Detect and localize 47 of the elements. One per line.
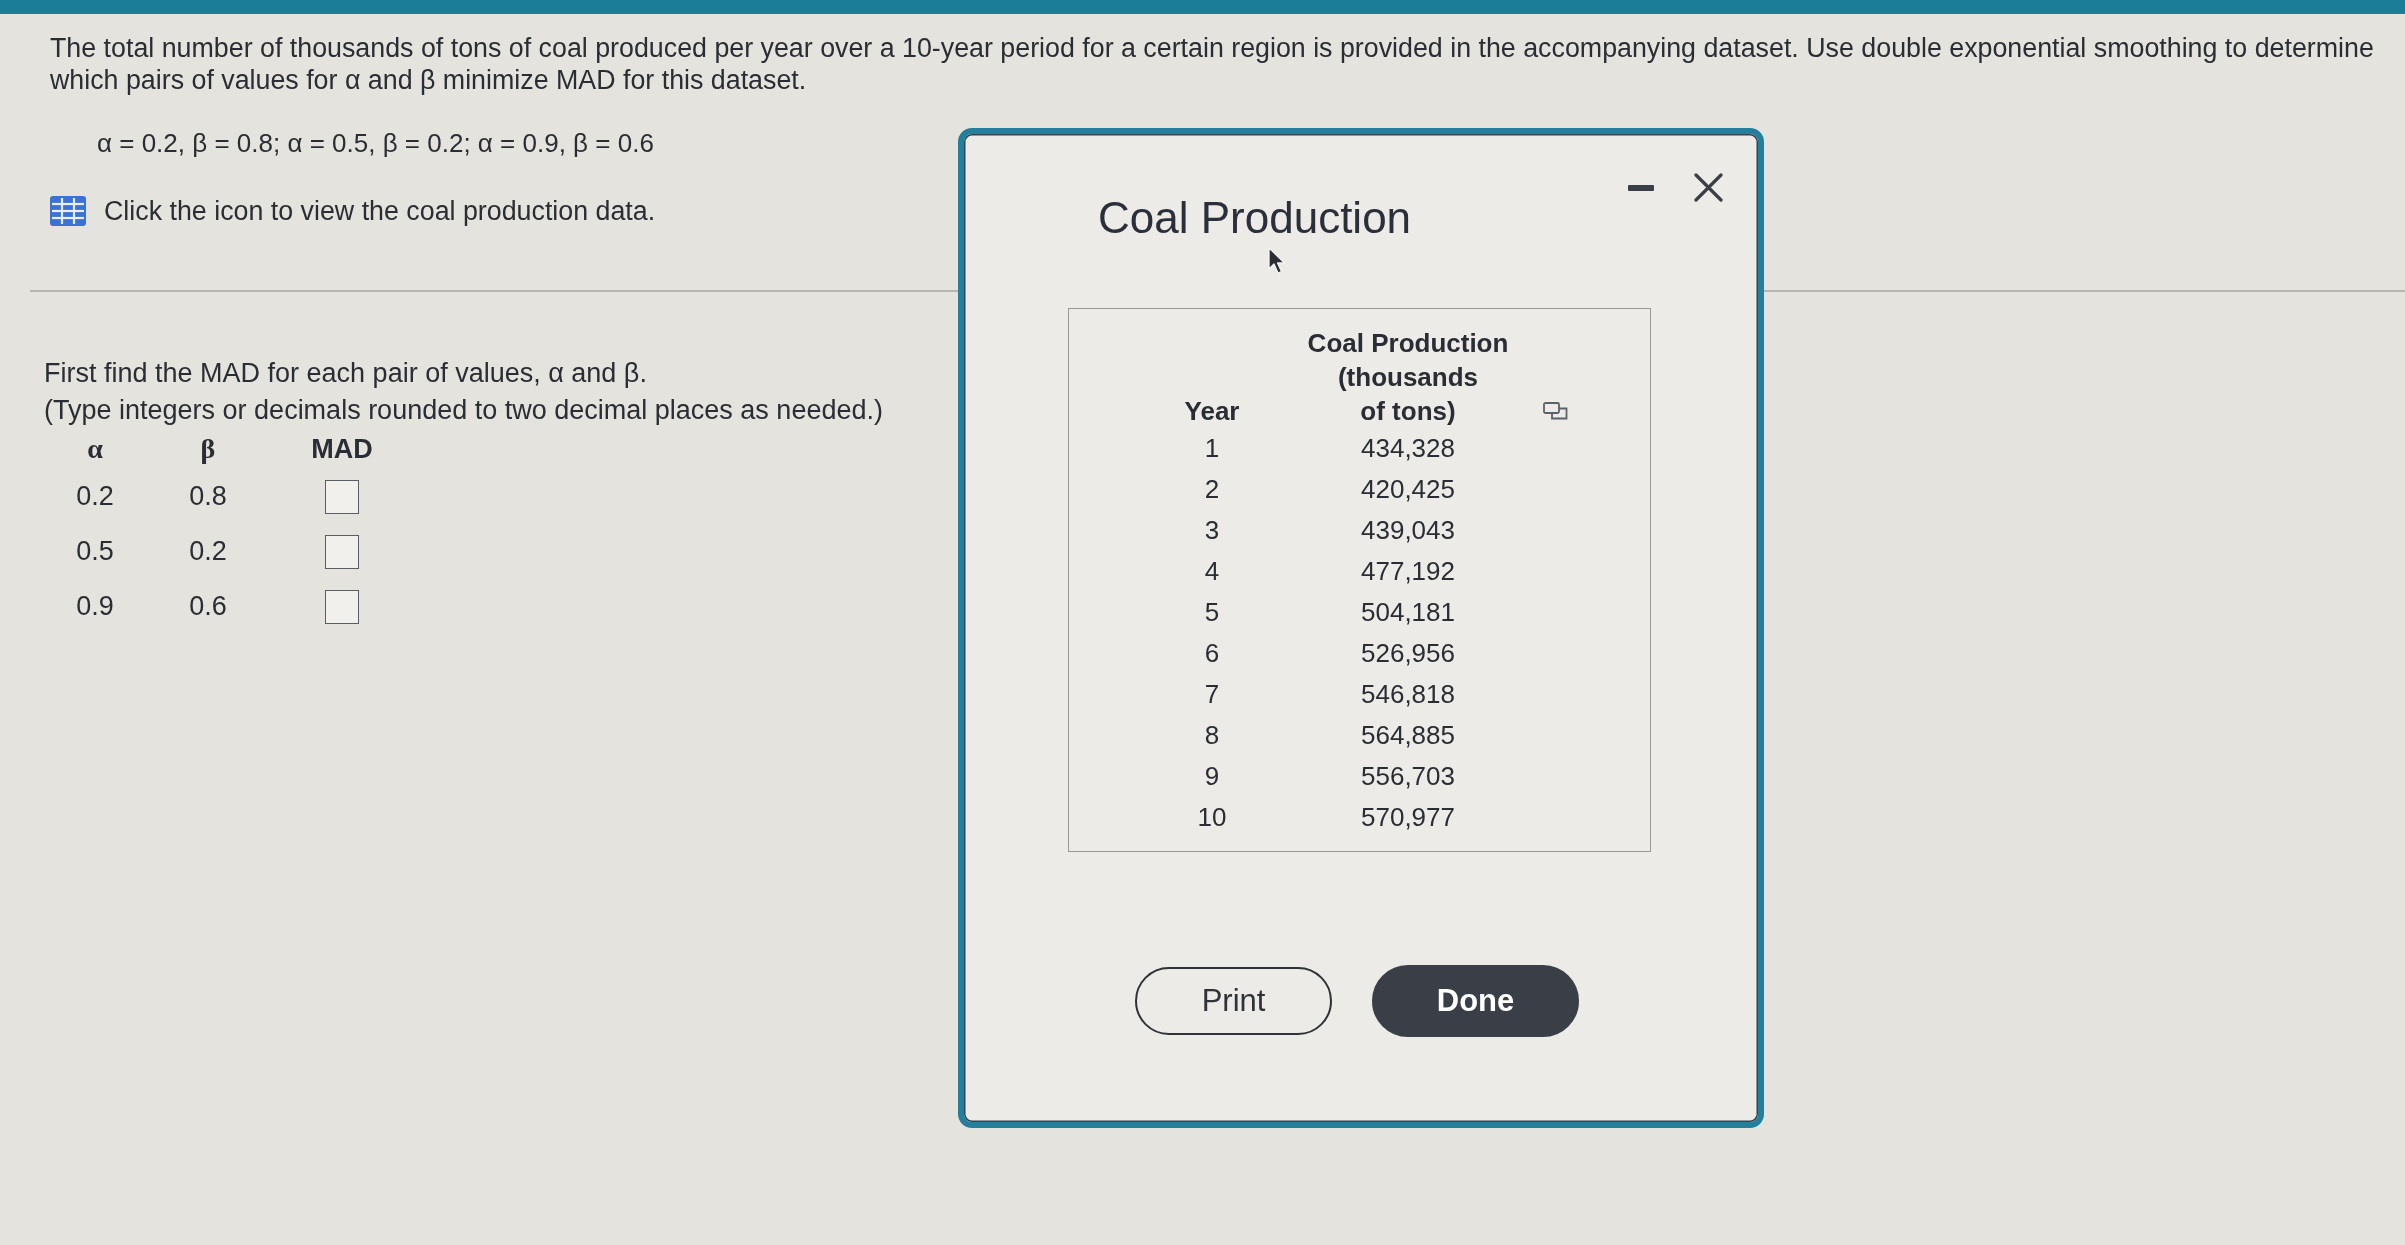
answer-box[interactable] <box>325 589 359 624</box>
table-cell: 0.9 <box>76 591 114 622</box>
table-cell-text: 504,181 <box>1361 596 1455 629</box>
table-cell-text: 2 <box>1204 473 1220 506</box>
table-cell-text: 3 <box>1204 514 1220 547</box>
column-header: β <box>200 433 216 465</box>
answer-box[interactable] <box>325 479 359 514</box>
data-link-text: Click the icon to view the coal production data. <box>104 195 656 227</box>
table-cell-text: 564,885 <box>1361 719 1455 752</box>
print-button[interactable]: Print <box>1135 967 1332 1035</box>
table-cell: 0.6 <box>189 591 227 622</box>
table-cell-text: 4 <box>1204 555 1220 588</box>
question-text: The total number of thousands of tons of coal produced per year over a 10-year period for a certain region is provided in the accompanying dataset. Use double exponential smoothing to determine which pairs of values for α and β minimize MAD for this dataset. <box>50 32 2375 96</box>
cursor-icon <box>1268 247 1286 275</box>
column-header: α <box>87 433 103 465</box>
table-cell-text: 8 <box>1204 719 1220 752</box>
table-cell-text: 7 <box>1204 678 1220 711</box>
column-header: Year <box>1184 395 1240 428</box>
dialog-title: Coal Production <box>1098 192 1412 244</box>
table-cell-text: 10 <box>1197 801 1227 834</box>
table-cell-text: 6 <box>1204 637 1220 670</box>
answer-box[interactable] <box>325 534 359 569</box>
copy-icon[interactable] <box>1543 402 1568 420</box>
table-cell-text: 439,043 <box>1361 514 1455 547</box>
parameter-text: α = 0.2, β = 0.8; α = 0.5, β = 0.2; α = 0.9, β = 0.6 <box>97 127 654 159</box>
table-cell: 0.5 <box>76 536 114 567</box>
table-grid-icon[interactable] <box>50 196 86 226</box>
close-icon[interactable] <box>1694 173 1723 202</box>
table-cell-text: 526,956 <box>1361 637 1455 670</box>
table-cell-text: 420,425 <box>1361 473 1455 506</box>
table-cell-text: 434,328 <box>1361 432 1455 465</box>
table-cell-text: 570,977 <box>1361 801 1455 834</box>
table-cell-text: 556,703 <box>1361 760 1455 793</box>
done-button[interactable]: Done <box>1372 965 1579 1037</box>
table-cell-text: 477,192 <box>1361 555 1455 588</box>
table-cell: 0.2 <box>189 536 227 567</box>
table-cell: 0.2 <box>76 481 114 512</box>
table-cell: 0.8 <box>189 481 227 512</box>
table-cell-text: 9 <box>1204 760 1220 793</box>
table-cell-text: 1 <box>1204 432 1220 465</box>
table-cell-text: 546,818 <box>1361 678 1455 711</box>
column-header: MAD <box>311 433 373 465</box>
minimize-icon[interactable] <box>1628 184 1654 191</box>
instruction-text: First find the MAD for each pair of values, α and β. <box>44 357 647 390</box>
column-header: Coal Production (thousands of tons) <box>1307 327 1509 428</box>
hint-text: (Type integers or decimals rounded to two decimal places as needed.) <box>44 394 883 427</box>
table-cell-text: 5 <box>1204 596 1220 629</box>
